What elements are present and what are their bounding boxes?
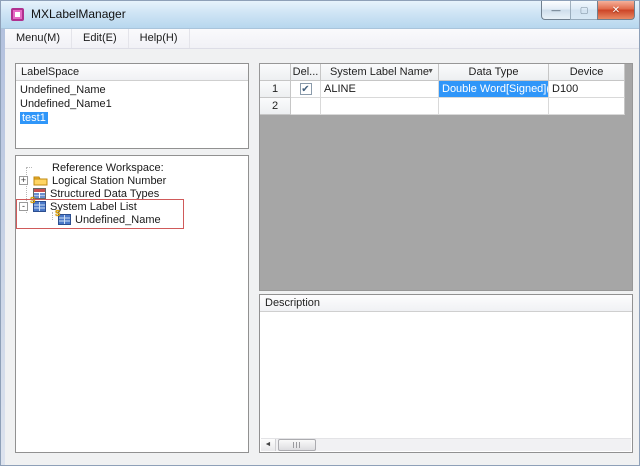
s-badge: S: [30, 197, 35, 205]
app-icon: [10, 7, 25, 22]
tree-item-reference-workspace[interactable]: Reference Workspace:: [16, 161, 248, 174]
tree-item-label: System Label List: [50, 201, 137, 213]
tree-item-system-label-list[interactable]: - S System Label List: [16, 200, 248, 213]
system-label-name-cell[interactable]: ALINE: [321, 81, 439, 98]
description-header: Description: [260, 295, 632, 312]
window-title: MXLabelManager: [31, 1, 126, 28]
horizontal-scrollbar[interactable]: ◄: [261, 438, 631, 451]
description-body[interactable]: [260, 312, 632, 422]
row-header-1[interactable]: 1: [260, 81, 291, 98]
data-type-cell-selected[interactable]: Double Word[Signed](0...: [439, 81, 549, 98]
grid-corner-cell[interactable]: [260, 64, 291, 81]
tree-item-undefined-name[interactable]: S Undefined_Name: [16, 213, 248, 226]
description-panel: Description ◄: [259, 294, 633, 453]
table-row: 2: [260, 98, 632, 115]
labelspace-item-label: Undefined_Name1: [20, 98, 112, 110]
table-row: 1 ✔ ALINE Double Word[Signed](0... D100: [260, 81, 632, 98]
device-cell[interactable]: D100: [549, 81, 625, 98]
menu-item-help[interactable]: Help(H): [129, 29, 190, 48]
workspace-tree-panel: Reference Workspace: + Logical Station N…: [15, 155, 249, 453]
system-label-name-cell[interactable]: [321, 98, 439, 115]
tree-item-label: Structured Data Types: [50, 188, 159, 200]
menu-bar: Menu(M) Edit(E) Help(H): [1, 29, 639, 49]
mxlabelmanager-window: { "window": { "title": "MXLabelManager",…: [0, 0, 640, 466]
close-button[interactable]: ✕: [597, 1, 635, 20]
title-bar[interactable]: MXLabelManager — ▢ ✕: [1, 1, 639, 29]
folder-icon: [33, 175, 48, 186]
list-item-selected[interactable]: test1: [16, 111, 248, 125]
column-header-data-type[interactable]: Data Type: [439, 64, 549, 81]
device-cell[interactable]: [549, 98, 625, 115]
list-item[interactable]: Undefined_Name: [16, 83, 248, 97]
system-label-icon: S: [33, 201, 46, 212]
filter-dropdown-icon[interactable]: ▼: [427, 64, 434, 80]
column-header-label: System Label Name: [330, 66, 429, 78]
tree-stub-line: [26, 167, 32, 168]
tree-item-logical-station-number[interactable]: + Logical Station Number: [16, 174, 248, 187]
labelspace-list: Undefined_Name Undefined_Name1 test1: [16, 81, 248, 125]
system-label-icon: S: [58, 214, 71, 225]
scrollbar-grip: [293, 442, 301, 448]
minimize-button[interactable]: —: [541, 1, 570, 20]
menu-item-edit[interactable]: Edit(E): [72, 29, 129, 48]
collapse-minus-icon[interactable]: -: [19, 202, 28, 211]
list-item[interactable]: Undefined_Name1: [16, 97, 248, 111]
tree-item-label: Undefined_Name: [75, 214, 161, 226]
labelspace-header: LabelSpace: [16, 64, 248, 81]
tree-item-label: Logical Station Number: [52, 175, 166, 187]
window-controls: — ▢ ✕: [541, 1, 635, 20]
s-badge: S: [55, 210, 60, 218]
del-cell[interactable]: ✔: [291, 81, 321, 98]
tree-item-structured-data-types[interactable]: Structured Data Types: [16, 187, 248, 200]
row-header-2[interactable]: 2: [260, 98, 291, 115]
column-header-system-label-name[interactable]: System Label Name ▼: [321, 64, 439, 81]
scrollbar-thumb[interactable]: [278, 439, 316, 451]
delete-checkbox-checked[interactable]: ✔: [300, 83, 312, 95]
tree-item-label: Reference Workspace:: [52, 162, 164, 174]
column-header-del[interactable]: Del...: [291, 64, 321, 81]
maximize-button[interactable]: ▢: [570, 1, 597, 20]
menu-item-menu[interactable]: Menu(M): [5, 29, 72, 48]
workspace-tree: Reference Workspace: + Logical Station N…: [16, 156, 248, 226]
data-type-cell[interactable]: [439, 98, 549, 115]
system-label-grid: Del... System Label Name ▼ Data Type Dev…: [259, 63, 633, 291]
del-cell[interactable]: [291, 98, 321, 115]
labelspace-item-label-selected: test1: [20, 112, 48, 124]
labelspace-item-label: Undefined_Name: [20, 84, 106, 96]
window-frame-left: [1, 29, 5, 465]
scroll-left-arrow-icon[interactable]: ◄: [261, 439, 276, 451]
expand-plus-icon[interactable]: +: [19, 176, 28, 185]
grid-header-row: Del... System Label Name ▼ Data Type Dev…: [260, 64, 632, 81]
column-header-device[interactable]: Device: [549, 64, 625, 81]
labelspace-panel: LabelSpace Undefined_Name Undefined_Name…: [15, 63, 249, 149]
